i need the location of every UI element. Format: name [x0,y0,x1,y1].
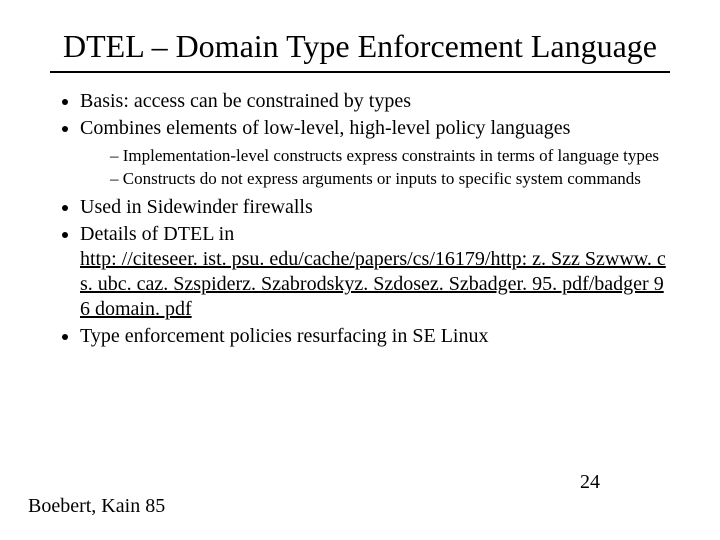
slide-title: DTEL – Domain Type Enforcement Language [50,28,670,65]
bullet-item: Type enforcement policies resurfacing in… [80,324,670,349]
sub-bullet-item: Implementation-level constructs express … [110,145,670,166]
bullet-item: Combines elements of low-level, high-lev… [80,116,670,190]
sub-bullet-list: Implementation-level constructs express … [80,145,670,190]
bullet-item: Details of DTEL in http: //citeseer. ist… [80,222,670,322]
bullet-text: Details of DTEL in [80,223,234,245]
bullet-item: Used in Sidewinder firewalls [80,195,670,220]
slide: DTEL – Domain Type Enforcement Language … [0,0,720,540]
bullet-list: Basis: access can be constrained by type… [50,89,670,350]
bullet-item: Basis: access can be constrained by type… [80,89,670,114]
sub-bullet-item: Constructs do not express arguments or i… [110,168,670,189]
bullet-text: Combines elements of low-level, high-lev… [80,117,570,139]
details-link[interactable]: http: //citeseer. ist. psu. edu/cache/pa… [80,248,666,320]
page-number: 24 [580,471,600,494]
title-underline [50,71,670,73]
footer-citation: Boebert, Kain 85 [28,495,165,518]
